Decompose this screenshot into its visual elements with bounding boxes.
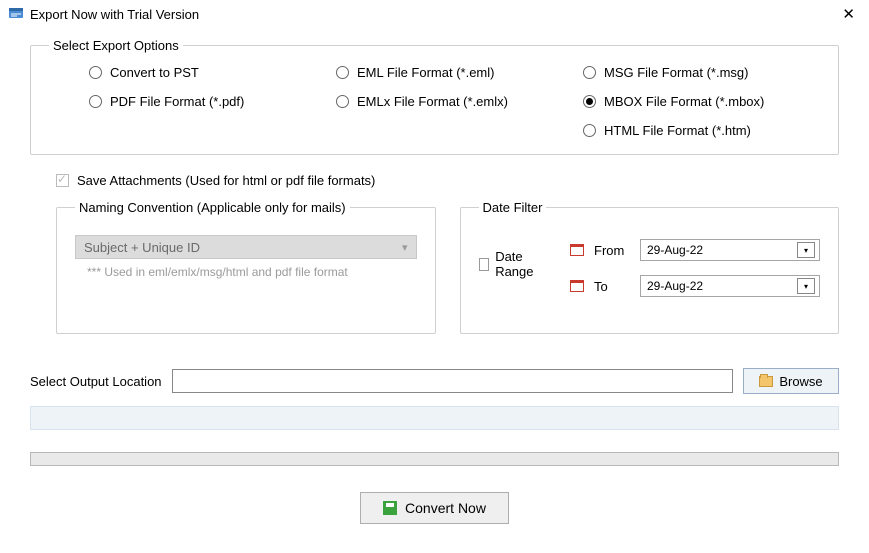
calendar-icon [570, 244, 584, 256]
window-title: Export Now with Trial Version [30, 7, 836, 22]
radio-icon [336, 95, 349, 108]
export-options-group: Select Export Options Convert to PST PDF… [30, 38, 839, 155]
app-icon [8, 5, 24, 24]
date-to-label: To [594, 279, 630, 294]
save-icon [383, 501, 397, 515]
date-from-value: 29-Aug-22 [647, 243, 797, 257]
naming-convention-value: Subject + Unique ID [84, 240, 200, 255]
close-icon[interactable]: ✕ [836, 5, 861, 23]
radio-label: EMLx File Format (*.emlx) [357, 94, 508, 109]
radio-icon [89, 66, 102, 79]
date-filter-group: Date Filter Date Range From 29-Aug-22 ▾ [460, 200, 840, 334]
radio-mbox[interactable]: MBOX File Format (*.mbox) [583, 94, 820, 109]
browse-button[interactable]: Browse [743, 368, 839, 394]
calendar-icon [570, 280, 584, 292]
radio-emlx[interactable]: EMLx File Format (*.emlx) [336, 94, 573, 109]
radio-icon [583, 66, 596, 79]
output-location-label: Select Output Location [30, 374, 162, 389]
radio-icon [336, 66, 349, 79]
radio-label: MSG File Format (*.msg) [604, 65, 748, 80]
folder-icon [759, 376, 773, 387]
datepicker-dropdown-icon[interactable]: ▾ [797, 278, 815, 294]
radio-label: MBOX File Format (*.mbox) [604, 94, 764, 109]
status-strip [30, 406, 839, 430]
radio-pdf[interactable]: PDF File Format (*.pdf) [89, 94, 326, 109]
radio-convert-pst[interactable]: Convert to PST [89, 65, 326, 80]
date-to-picker[interactable]: 29-Aug-22 ▾ [640, 275, 820, 297]
export-options-legend: Select Export Options [49, 38, 183, 53]
convert-now-button[interactable]: Convert Now [360, 492, 509, 524]
save-attachments-label: Save Attachments (Used for html or pdf f… [77, 173, 375, 188]
convert-now-label: Convert Now [405, 500, 486, 516]
radio-icon [583, 95, 596, 108]
radio-html[interactable]: HTML File Format (*.htm) [583, 123, 820, 138]
save-attachments-checkbox[interactable]: Save Attachments (Used for html or pdf f… [56, 173, 839, 188]
radio-label: Convert to PST [110, 65, 199, 80]
date-to-value: 29-Aug-22 [647, 279, 797, 293]
radio-msg[interactable]: MSG File Format (*.msg) [583, 65, 820, 80]
naming-convention-legend: Naming Convention (Applicable only for m… [75, 200, 350, 215]
chevron-down-icon: ▾ [402, 241, 408, 254]
date-filter-legend: Date Filter [479, 200, 547, 215]
datepicker-dropdown-icon[interactable]: ▾ [797, 242, 815, 258]
radio-eml[interactable]: EML File Format (*.eml) [336, 65, 573, 80]
date-from-label: From [594, 243, 630, 258]
naming-convention-note: *** Used in eml/emlx/msg/html and pdf fi… [75, 265, 417, 279]
date-range-checkbox[interactable]: Date Range [479, 249, 551, 279]
radio-label: PDF File Format (*.pdf) [110, 94, 244, 109]
naming-convention-select[interactable]: Subject + Unique ID ▾ [75, 235, 417, 259]
browse-label: Browse [779, 374, 822, 389]
radio-icon [89, 95, 102, 108]
progress-bar [30, 452, 839, 466]
radio-label: HTML File Format (*.htm) [604, 123, 751, 138]
date-range-label: Date Range [495, 249, 550, 279]
date-from-picker[interactable]: 29-Aug-22 ▾ [640, 239, 820, 261]
output-location-input[interactable] [172, 369, 733, 393]
radio-label: EML File Format (*.eml) [357, 65, 494, 80]
naming-convention-group: Naming Convention (Applicable only for m… [56, 200, 436, 334]
checkbox-icon [479, 258, 490, 271]
radio-icon [583, 124, 596, 137]
checkbox-icon [56, 174, 69, 187]
